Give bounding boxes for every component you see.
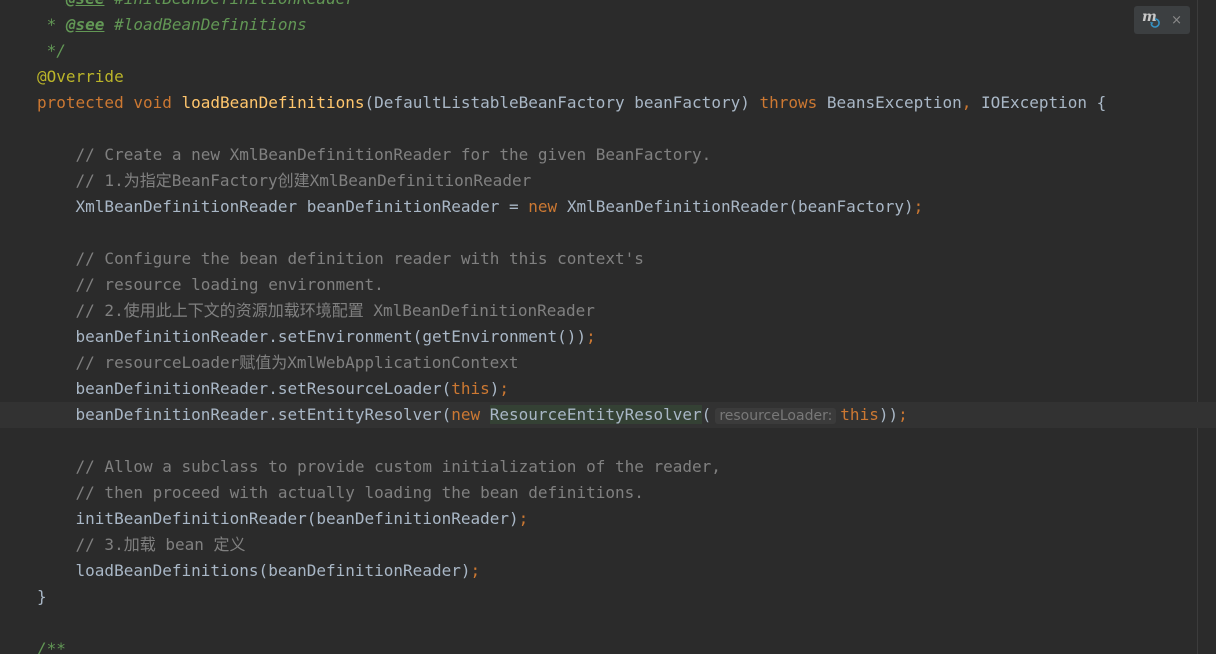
code-token: ; [470,561,481,580]
code-token: IOException { [981,93,1107,112]
code-token: @see [65,15,105,34]
code-token: ( [701,405,712,424]
code-token: #initBeanDefinitionReader [104,0,355,8]
code-token: XmlBeanDefinitionReader(beanFactory) [566,197,914,216]
code-line[interactable]: // resource loading environment. [37,272,384,298]
code-line[interactable]: // Allow a subclass to provide custom in… [37,454,721,480]
code-token: new [451,405,490,424]
refresh-arrows-icon [1150,18,1160,28]
code-token: * [37,15,66,34]
code-line[interactable]: // then proceed with actually loading th… [37,480,644,506]
code-editor[interactable]: * @see #initBeanDefinitionReader * @see … [0,0,1216,654]
code-line[interactable]: // 1.为指定BeanFactory创建XmlBeanDefinitionRe… [37,168,532,194]
right-margin-guide [1197,0,1198,654]
code-token: loadBeanDefinitions [181,93,365,112]
code-line[interactable]: XmlBeanDefinitionReader beanDefinitionRe… [37,194,924,220]
code-line[interactable]: // 2.使用此上下文的资源加载环境配置 XmlBeanDefinitionRe… [37,298,595,324]
code-token: // Allow a subclass to provide custom in… [37,457,721,476]
code-token: throws [759,93,827,112]
code-token: beanDefinitionReader.setEntityResolver( [37,405,452,424]
maven-load-changes-popup[interactable]: m × [1134,6,1190,34]
code-token: // Create a new XmlBeanDefinitionReader … [37,145,712,164]
code-line[interactable]: * @see #initBeanDefinitionReader [37,0,355,12]
code-line[interactable]: protected void loadBeanDefinitions(Defau… [37,90,1106,116]
code-token: // 1.为指定BeanFactory创建XmlBeanDefinitionRe… [37,171,532,190]
code-token: ; [499,379,510,398]
code-token: XmlBeanDefinitionReader beanDefinitionRe… [37,197,529,216]
code-token: ; [586,327,596,346]
code-token: initBeanDefinitionReader(beanDefinitionR… [37,509,519,528]
code-line[interactable]: loadBeanDefinitions(beanDefinitionReader… [37,558,481,584]
parameter-hint: resourceLoader: [715,408,837,424]
code-line[interactable]: // resourceLoader赋值为XmlWebApplicationCon… [37,350,519,376]
code-line[interactable]: beanDefinitionReader.setResourceLoader(t… [37,376,510,402]
code-token: * [37,0,66,8]
code-token: // resource loading environment. [37,275,384,294]
code-token: // 3.加载 bean 定义 [37,535,246,554]
code-token: // resourceLoader赋值为XmlWebApplicationCon… [37,353,519,372]
code-token: )) [878,405,899,424]
code-token: protected void [37,93,182,112]
code-line[interactable]: initBeanDefinitionReader(beanDefinitionR… [37,506,529,532]
code-token: } [37,587,47,606]
code-line[interactable]: // 3.加载 bean 定义 [37,532,246,558]
close-icon[interactable]: × [1171,13,1182,28]
code-line[interactable]: // Create a new XmlBeanDefinitionReader … [37,142,712,168]
code-line[interactable]: * @see #loadBeanDefinitions [37,12,307,38]
code-token: loadBeanDefinitions(beanDefinitionReader… [37,561,471,580]
code-token: this [840,405,879,424]
code-token: beanDefinitionReader.setResourceLoader( [37,379,452,398]
code-token: // 2.使用此上下文的资源加载环境配置 XmlBeanDefinitionRe… [37,301,595,320]
code-line[interactable]: } [37,584,47,610]
code-token: new [528,197,567,216]
code-line[interactable]: */ [37,38,66,64]
code-token: // then proceed with actually loading th… [37,483,644,502]
code-line[interactable]: // Configure the bean definition reader … [37,246,644,272]
code-token: ResourceEntityResolver [489,405,702,424]
maven-reload-icon[interactable]: m [1142,9,1160,29]
code-token: ) [489,379,500,398]
code-token: beanDefinitionReader.setEnvironment(getE… [37,327,587,346]
code-token: /** [37,639,66,654]
code-token: (DefaultListableBeanFactory beanFactory) [364,93,760,112]
code-token: ; [898,405,908,424]
code-line[interactable]: @Override [37,64,124,90]
code-token: , [961,93,982,112]
code-token: ; [913,197,924,216]
code-token: // Configure the bean definition reader … [37,249,644,268]
code-token: this [451,379,490,398]
code-line[interactable]: /** [37,636,66,654]
code-token: */ [37,41,66,60]
code-token: BeansException [826,93,962,112]
code-line[interactable]: beanDefinitionReader.setEnvironment(getE… [37,324,596,350]
code-token: #loadBeanDefinitions [104,15,307,34]
code-token: ; [518,509,529,528]
code-line[interactable]: beanDefinitionReader.setEntityResolver(n… [37,402,908,428]
code-token: @see [66,0,105,8]
code-token: @Override [37,67,124,86]
